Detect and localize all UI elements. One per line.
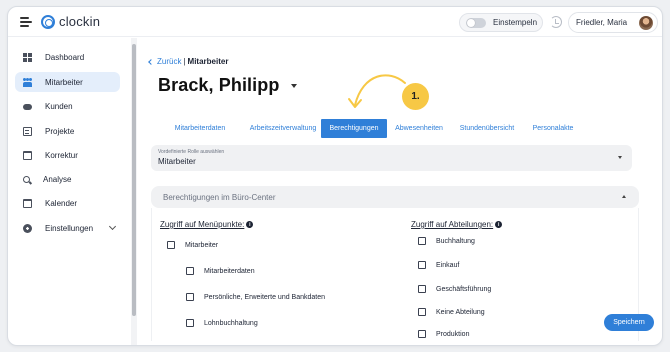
sidebar-item-label: Kunden: [45, 101, 73, 111]
list-icon: [23, 126, 32, 136]
sidebar-item-label: Kalender: [45, 198, 78, 208]
back-link[interactable]: Zurück: [157, 57, 181, 66]
app-window: clockin Einstempeln Friedler, Maria Dash…: [7, 6, 663, 346]
toggle-switch-icon: [466, 17, 486, 28]
sidebar-item-dashboard[interactable]: Dashboard: [15, 47, 120, 67]
checkbox-label: Geschäftsführung: [436, 285, 492, 293]
checkbox-row-einkauf[interactable]: Einkauf: [418, 261, 459, 269]
checkbox-label: Lohnbuchhaltung: [204, 319, 258, 327]
checkbox-label: Einkauf: [436, 261, 460, 269]
gear-icon: [23, 223, 32, 233]
tab-mitarbeiterdaten[interactable]: Mitarbeiterdaten: [164, 119, 236, 138]
checkbox[interactable]: [186, 293, 194, 301]
caret-up-icon: [622, 195, 626, 198]
sidebar-item-label: Mitarbeiter: [45, 77, 83, 87]
tab-arbeitszeitverwaltung[interactable]: Arbeitszeitverwaltung: [238, 119, 328, 138]
sidebar-item-kalender[interactable]: Kalender: [15, 193, 120, 213]
sidebar-item-projekte[interactable]: Projekte: [15, 121, 120, 141]
tab-berechtigungen[interactable]: Berechtigungen: [321, 119, 387, 138]
logo-text: clockin: [59, 14, 101, 29]
employee-switch-dropdown-icon[interactable]: [291, 84, 297, 88]
save-button[interactable]: Speichern: [604, 314, 654, 331]
sidebar-item-mitarbeiter[interactable]: Mitarbeiter: [15, 72, 120, 92]
collapse-menu-icon[interactable]: [20, 17, 32, 27]
breadcrumb-separator: |: [183, 57, 186, 66]
checkbox-row-mitarbeiter[interactable]: Mitarbeiter: [167, 241, 218, 249]
user-name: Friedler, Maria: [576, 18, 628, 27]
checkbox-row-mitarbeiterdaten[interactable]: Mitarbeiterdaten: [186, 267, 255, 275]
chevron-left-icon: [148, 58, 154, 65]
checkbox[interactable]: [186, 267, 194, 275]
menu-access-heading-text: Zugriff auf Menüpunkte:: [160, 220, 245, 229]
checkbox-row-geschaeftsfuehrung[interactable]: Geschäftsführung: [418, 285, 491, 293]
calendar-edit-icon: [23, 150, 32, 160]
sidebar-item-label: Korrektur: [45, 150, 78, 160]
sidebar-item-label: Projekte: [45, 126, 75, 136]
info-icon[interactable]: i: [246, 221, 254, 228]
avatar: [639, 16, 653, 30]
top-bar: clockin Einstempeln Friedler, Maria: [8, 7, 662, 37]
accordion-title: Berechtigungen im Büro-Center: [163, 193, 276, 202]
checkbox-label: Produktion: [436, 330, 470, 338]
checkbox[interactable]: [418, 237, 426, 245]
sidebar-item-kunden[interactable]: Kunden: [15, 96, 120, 116]
clock-in-toggle[interactable]: Einstempeln: [459, 13, 543, 32]
checkbox[interactable]: [418, 330, 426, 338]
sidebar-item-einstellungen[interactable]: Einstellungen: [15, 218, 120, 238]
checkbox-label: Buchhaltung: [436, 237, 475, 245]
role-select-value: Mitarbeiter: [158, 157, 196, 166]
breadcrumb-current: Mitarbeiter: [187, 57, 229, 66]
checkbox-row-keine-abteilung[interactable]: Keine Abteilung: [418, 308, 485, 316]
sidebar-item-label: Einstellungen: [45, 223, 94, 233]
checkbox[interactable]: [418, 261, 426, 269]
employee-name: Brack, Philipp: [158, 75, 280, 95]
checkbox-label: Persönliche, Erweiterte und Bankdaten: [204, 293, 326, 301]
breadcrumb: Zurück | Mitarbeiter: [148, 57, 229, 66]
tab-stundenuebersicht[interactable]: Stundenübersicht: [455, 119, 519, 138]
checkbox[interactable]: [418, 308, 426, 316]
sidebar-scrollbar-thumb[interactable]: [132, 44, 136, 316]
tab-personalakte[interactable]: Personalakte: [528, 119, 578, 138]
logo[interactable]: clockin: [41, 14, 100, 29]
checkbox[interactable]: [167, 241, 175, 249]
clockin-logo-icon: [41, 14, 55, 29]
permissions-panel: Zugriff auf Menüpunkte: i Mitarbeiter Mi…: [151, 208, 639, 341]
sidebar: Dashboard Mitarbeiter Kunden Projekte Ko…: [8, 38, 130, 345]
tab-abwesenheiten[interactable]: Abwesenheiten: [391, 119, 447, 138]
role-select[interactable]: Vordefinierte Rolle auswählen Mitarbeite…: [151, 145, 632, 171]
sidebar-item-label: Analyse: [43, 174, 72, 184]
permissions-accordion-header[interactable]: Berechtigungen im Büro-Center: [151, 186, 639, 208]
checkbox-row-persoenliche-daten[interactable]: Persönliche, Erweiterte und Bankdaten: [186, 293, 325, 301]
checkbox-row-buchhaltung[interactable]: Buchhaltung: [418, 237, 475, 245]
caret-down-icon: [618, 156, 622, 159]
checkbox-label: Mitarbeiter: [185, 241, 219, 249]
checkbox-row-produktion[interactable]: Produktion: [418, 330, 469, 338]
chevron-down-icon: [108, 222, 117, 231]
menu-access-heading: Zugriff auf Menüpunkte: i: [160, 220, 254, 229]
search-icon: [23, 175, 30, 183]
role-select-caption: Vordefinierte Rolle auswählen: [158, 149, 225, 155]
checkbox-label: Keine Abteilung: [436, 308, 485, 316]
step-badge: 1.: [402, 83, 429, 110]
sidebar-item-analyse[interactable]: Analyse: [15, 169, 120, 189]
checkbox-row-lohnbuchhaltung[interactable]: Lohnbuchhaltung: [186, 319, 258, 327]
handshake-icon: [23, 104, 32, 110]
sidebar-item-label: Dashboard: [45, 52, 85, 62]
clock-in-label: Einstempeln: [493, 18, 538, 27]
department-access-heading-text: Zugriff auf Abteilungen:: [411, 220, 494, 229]
department-access-heading: Zugriff auf Abteilungen: i: [411, 220, 503, 229]
dashboard-icon: [23, 52, 32, 62]
calendar-icon: [23, 198, 32, 208]
history-icon[interactable]: [550, 16, 562, 28]
annotation-arrow-icon: [348, 74, 406, 108]
checkbox-label: Mitarbeiterdaten: [204, 267, 255, 275]
checkbox[interactable]: [418, 285, 426, 293]
checkbox[interactable]: [186, 319, 194, 327]
sidebar-item-korrektur[interactable]: Korrektur: [15, 145, 120, 165]
info-icon[interactable]: i: [495, 221, 503, 228]
user-menu[interactable]: Friedler, Maria: [568, 12, 658, 33]
users-icon: [23, 77, 32, 87]
